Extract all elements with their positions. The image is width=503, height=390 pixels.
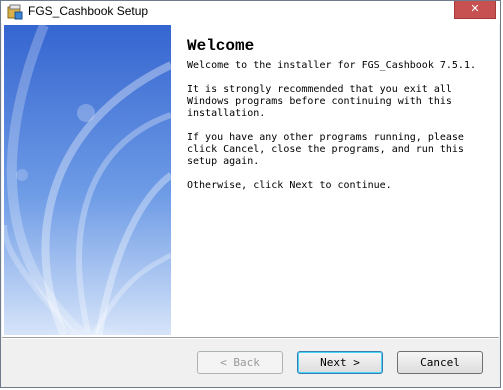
welcome-text-panel: Welcome Welcome to the installer for FGS… <box>187 37 487 204</box>
back-button[interactable]: < Back <box>197 351 283 374</box>
close-icon: ✕ <box>470 2 480 15</box>
continue-instruction-text: Otherwise, click Next to continue. <box>187 180 392 191</box>
cancel-button[interactable]: Cancel <box>397 351 483 374</box>
installer-app-icon <box>7 4 23 20</box>
welcome-banner-image <box>4 25 171 335</box>
welcome-heading: Welcome <box>187 37 255 55</box>
welcome-intro-text: Welcome to the installer for FGS_Cashboo… <box>187 60 476 71</box>
footer-divider <box>2 337 499 339</box>
close-button[interactable]: ✕ <box>454 1 496 19</box>
next-button[interactable]: Next > <box>297 351 383 374</box>
exit-programs-text: It is strongly recommended that you exit… <box>187 84 452 119</box>
window-title: FGS_Cashbook Setup <box>28 4 149 18</box>
setup-window: FGS_Cashbook Setup ✕ Welcome Welcome to … <box>0 0 501 388</box>
programs-running-text: If you have any other programs running, … <box>187 132 464 167</box>
title-bar[interactable]: FGS_Cashbook Setup ✕ <box>1 1 500 23</box>
wizard-page: Welcome Welcome to the installer for FGS… <box>2 23 499 337</box>
